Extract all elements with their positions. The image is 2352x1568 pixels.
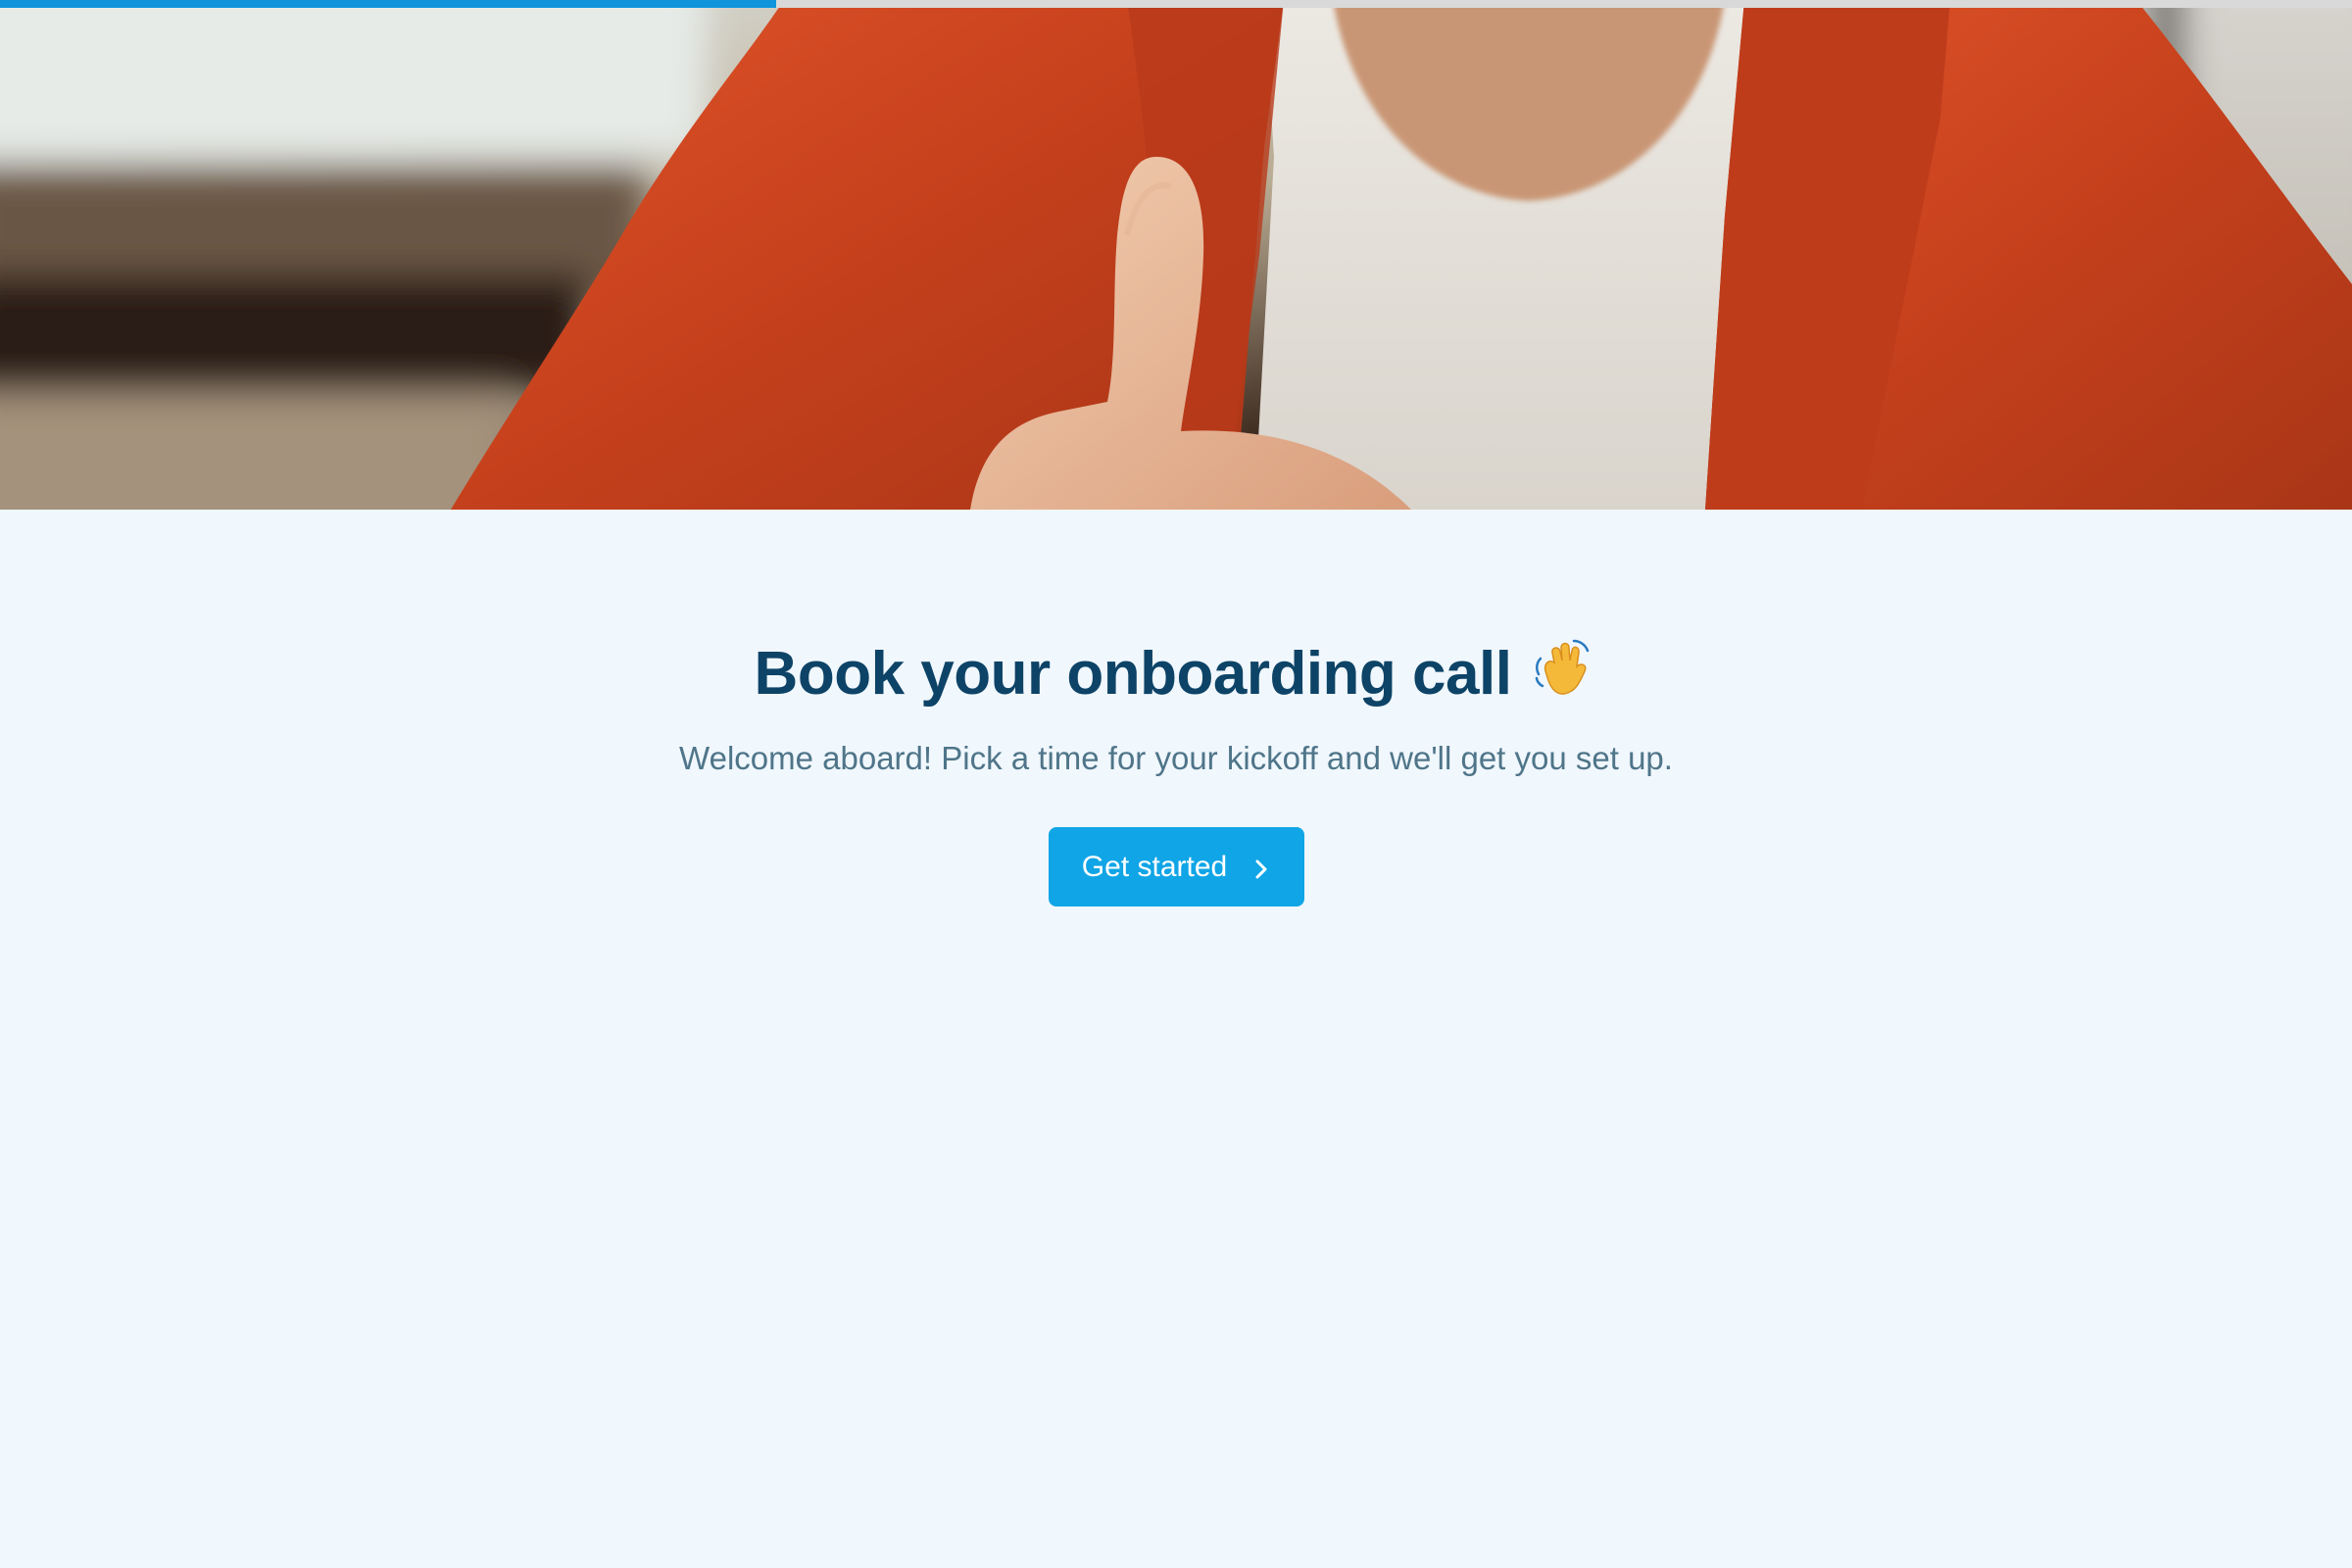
page-subtitle: Welcome aboard! Pick a time for your kic… xyxy=(679,740,1673,777)
page-title: Book your onboarding call xyxy=(0,635,2352,716)
progress-bar-fill xyxy=(0,0,776,8)
main-content: Book your onboarding call Welcome aboard… xyxy=(0,510,2352,1568)
progress-bar xyxy=(0,0,2352,8)
get-started-label: Get started xyxy=(1081,850,1228,883)
hero-image xyxy=(0,0,2352,510)
waving-hand-icon xyxy=(1533,635,1597,716)
get-started-button[interactable]: Get started xyxy=(1048,827,1304,907)
hero-photo-thumbs-up xyxy=(0,0,2352,510)
chevron-right-icon xyxy=(1252,856,1270,879)
page-title-text: Book your onboarding call xyxy=(754,640,1512,708)
